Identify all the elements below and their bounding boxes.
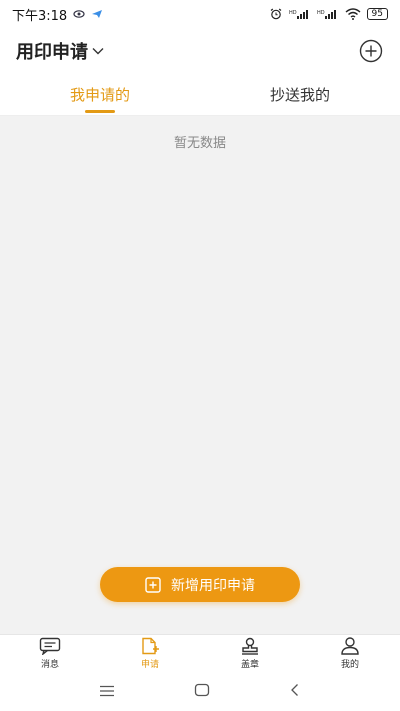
home-icon[interactable] bbox=[194, 682, 210, 701]
menu-icon[interactable] bbox=[99, 682, 115, 701]
bottom-nav: 消息 申请 盖章 我的 bbox=[0, 634, 400, 672]
plus-circle-icon bbox=[359, 39, 383, 63]
tab-active-indicator bbox=[85, 110, 115, 113]
new-seal-application-button[interactable]: 新增用印申请 bbox=[100, 567, 300, 602]
plus-square-icon bbox=[145, 576, 161, 593]
status-left: 下午3:18 bbox=[12, 5, 103, 24]
back-icon[interactable] bbox=[289, 682, 301, 701]
app-header: 用印申请 bbox=[0, 28, 400, 74]
status-time: 下午3:18 bbox=[12, 8, 68, 24]
nav-label: 消息 bbox=[40, 660, 59, 670]
title-dropdown[interactable]: 用印申请 bbox=[16, 38, 104, 64]
nav-item-apply[interactable]: 申请 bbox=[100, 635, 200, 672]
signal-hd-label-2: HD bbox=[317, 10, 325, 16]
add-button[interactable] bbox=[358, 38, 384, 64]
alarm-icon bbox=[269, 8, 283, 20]
send-plane-icon bbox=[91, 9, 103, 19]
battery-indicator: 95 bbox=[366, 8, 388, 20]
system-nav-bar bbox=[0, 672, 400, 711]
apply-doc-icon bbox=[142, 637, 159, 655]
eye-icon bbox=[73, 9, 85, 19]
signal-icon-2: HD bbox=[317, 9, 339, 20]
empty-state-text: 暂无数据 bbox=[173, 136, 226, 151]
new-button-label: 新增用印申请 bbox=[171, 577, 255, 594]
nav-item-me[interactable]: 我的 bbox=[300, 635, 400, 672]
stamp-icon bbox=[242, 637, 258, 655]
tab-bar: 我申请的 抄送我的 bbox=[0, 74, 400, 116]
nav-label: 我的 bbox=[340, 660, 359, 670]
signal-hd-label-1: HD bbox=[289, 10, 297, 16]
tab-label: 抄送我的 bbox=[269, 86, 330, 104]
tab-cc-to-me[interactable]: 抄送我的 bbox=[200, 74, 400, 115]
nav-item-stamp[interactable]: 盖章 bbox=[200, 635, 300, 672]
nav-label: 申请 bbox=[140, 660, 159, 670]
wifi-icon bbox=[345, 8, 361, 20]
nav-item-messages[interactable]: 消息 bbox=[0, 635, 100, 672]
nav-label: 盖章 bbox=[240, 660, 259, 670]
tab-label: 我申请的 bbox=[69, 86, 130, 104]
signal-icon: HD bbox=[289, 9, 311, 20]
status-right: HD HD 95 bbox=[269, 8, 388, 20]
status-bar: 下午3:18 HD HD 95 bbox=[0, 0, 400, 28]
content-area: 暂无数据 新增用印申请 bbox=[0, 116, 400, 634]
message-icon bbox=[39, 637, 61, 655]
user-icon bbox=[341, 637, 359, 655]
tab-my-applications[interactable]: 我申请的 bbox=[0, 74, 200, 115]
page-title: 用印申请 bbox=[16, 42, 88, 63]
chevron-down-icon bbox=[92, 47, 104, 55]
